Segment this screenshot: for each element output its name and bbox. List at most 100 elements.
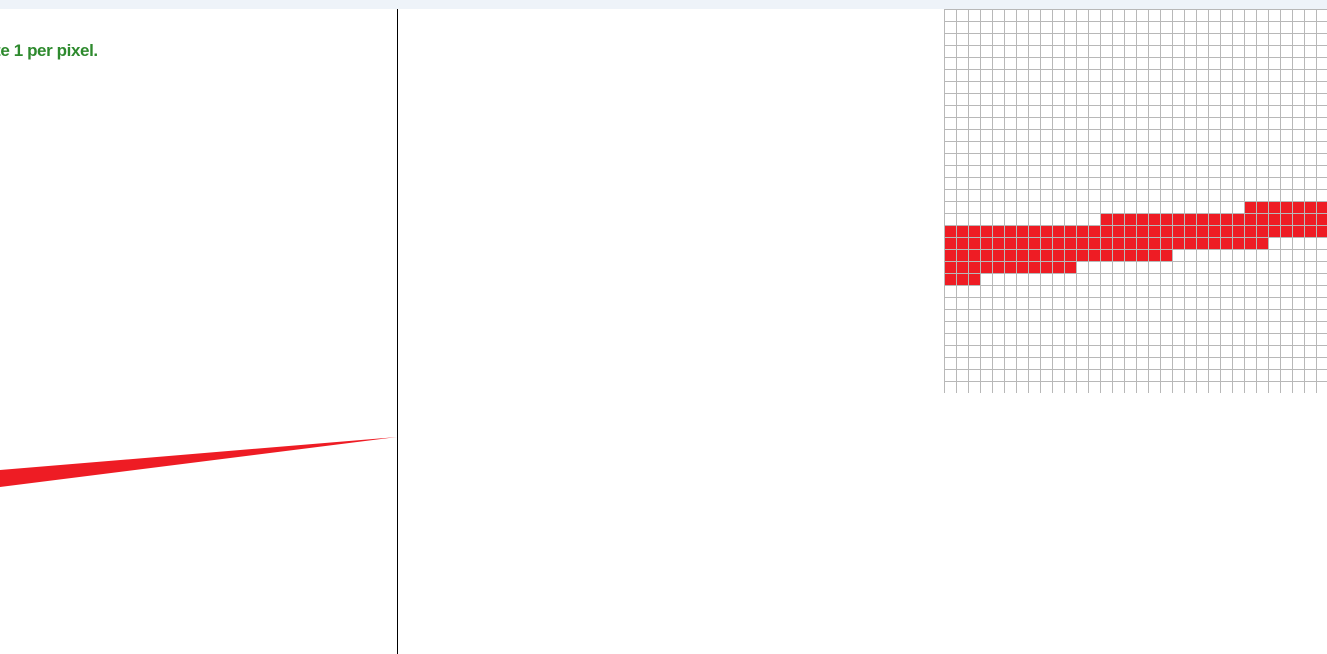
filled-pixel xyxy=(1112,249,1124,261)
filled-pixel xyxy=(1304,201,1316,213)
filled-pixel xyxy=(944,249,956,261)
filled-pixel xyxy=(1220,237,1232,249)
filled-pixel xyxy=(1040,249,1052,261)
filled-pixel xyxy=(1160,213,1172,225)
filled-pixel xyxy=(1112,213,1124,225)
filled-pixel xyxy=(1196,237,1208,249)
filled-pixel xyxy=(1232,225,1244,237)
filled-pixel xyxy=(956,273,968,285)
filled-pixel xyxy=(956,237,968,249)
filled-pixel xyxy=(1016,225,1028,237)
filled-pixel xyxy=(1256,237,1268,249)
filled-pixel xyxy=(1052,261,1064,273)
filled-pixel xyxy=(1172,213,1184,225)
filled-pixel xyxy=(1208,213,1220,225)
filled-pixel xyxy=(1004,225,1016,237)
filled-pixel xyxy=(1052,249,1064,261)
filled-pixel xyxy=(1160,237,1172,249)
filled-pixel xyxy=(1196,213,1208,225)
filled-pixel xyxy=(1052,225,1064,237)
filled-pixel xyxy=(1100,213,1112,225)
filled-pixel xyxy=(1148,225,1160,237)
filled-pixel xyxy=(1184,213,1196,225)
filled-pixel xyxy=(1172,225,1184,237)
filled-pixel xyxy=(944,225,956,237)
filled-pixel xyxy=(992,249,1004,261)
filled-pixel xyxy=(1040,225,1052,237)
filled-pixel xyxy=(1124,237,1136,249)
filled-pixel xyxy=(1136,249,1148,261)
filled-pixel xyxy=(1256,225,1268,237)
filled-pixel xyxy=(1100,237,1112,249)
filled-pixel xyxy=(1064,237,1076,249)
filled-pixel xyxy=(1016,249,1028,261)
filled-pixel xyxy=(1316,213,1327,225)
filled-pixel xyxy=(1232,213,1244,225)
filled-pixel xyxy=(1076,237,1088,249)
filled-pixel xyxy=(1028,249,1040,261)
filled-pixel xyxy=(944,261,956,273)
filled-pixel xyxy=(1304,213,1316,225)
filled-pixel xyxy=(1172,237,1184,249)
filled-pixel xyxy=(968,261,980,273)
filled-pixel xyxy=(1268,201,1280,213)
filled-pixel xyxy=(1292,225,1304,237)
filled-pixel xyxy=(968,237,980,249)
filled-pixel xyxy=(1244,225,1256,237)
filled-pixel xyxy=(1208,237,1220,249)
filled-pixel xyxy=(1028,225,1040,237)
filled-pixel xyxy=(968,249,980,261)
filled-pixel xyxy=(1148,249,1160,261)
filled-pixel xyxy=(1112,237,1124,249)
filled-pixel xyxy=(968,273,980,285)
filled-pixel xyxy=(1148,237,1160,249)
filled-pixel xyxy=(1136,213,1148,225)
filled-pixel xyxy=(1004,249,1016,261)
filled-pixel xyxy=(968,225,980,237)
filled-pixel xyxy=(1268,225,1280,237)
filled-pixel xyxy=(1088,249,1100,261)
filled-pixel xyxy=(1292,201,1304,213)
antialias-demo-window: ate 1 per pixel. xyxy=(0,0,1327,654)
filled-pixel xyxy=(1304,225,1316,237)
filled-pixel xyxy=(1196,225,1208,237)
filled-pixel xyxy=(1160,249,1172,261)
filled-pixel xyxy=(1040,237,1052,249)
filled-pixel xyxy=(1112,225,1124,237)
filled-pixel xyxy=(1040,261,1052,273)
filled-pixel xyxy=(956,261,968,273)
filled-pixel xyxy=(1256,201,1268,213)
filled-pixel xyxy=(1160,225,1172,237)
filled-pixel xyxy=(1280,225,1292,237)
filled-pixel xyxy=(980,237,992,249)
filled-pixel xyxy=(1064,225,1076,237)
filled-pixel xyxy=(1280,201,1292,213)
filled-pixel xyxy=(1028,261,1040,273)
red-stroke-shape xyxy=(0,437,397,487)
filled-pixel xyxy=(944,237,956,249)
filled-pixel xyxy=(1148,213,1160,225)
filled-pixel xyxy=(1232,237,1244,249)
filled-pixel xyxy=(1064,249,1076,261)
filled-pixel xyxy=(1268,213,1280,225)
filled-pixel xyxy=(1064,261,1076,273)
zoomed-pixel-grid xyxy=(944,9,1327,393)
filled-pixel xyxy=(1220,225,1232,237)
filled-pixel xyxy=(1244,201,1256,213)
filled-pixel xyxy=(1316,225,1327,237)
stroke-canvas xyxy=(0,437,397,487)
top-toolbar-strip xyxy=(0,0,1327,9)
filled-pixel xyxy=(980,249,992,261)
filled-pixel xyxy=(1028,237,1040,249)
filled-pixel xyxy=(980,225,992,237)
filled-pixel xyxy=(1004,237,1016,249)
filled-pixel xyxy=(1088,225,1100,237)
filled-pixel xyxy=(1100,249,1112,261)
drawing-canvas-panel[interactable]: ate 1 per pixel. xyxy=(0,9,397,654)
filled-pixel xyxy=(992,261,1004,273)
filled-pixel xyxy=(1016,237,1028,249)
filled-pixel xyxy=(944,273,956,285)
filled-pixel xyxy=(1016,261,1028,273)
filled-pixel xyxy=(1292,213,1304,225)
filled-pixel xyxy=(1076,249,1088,261)
